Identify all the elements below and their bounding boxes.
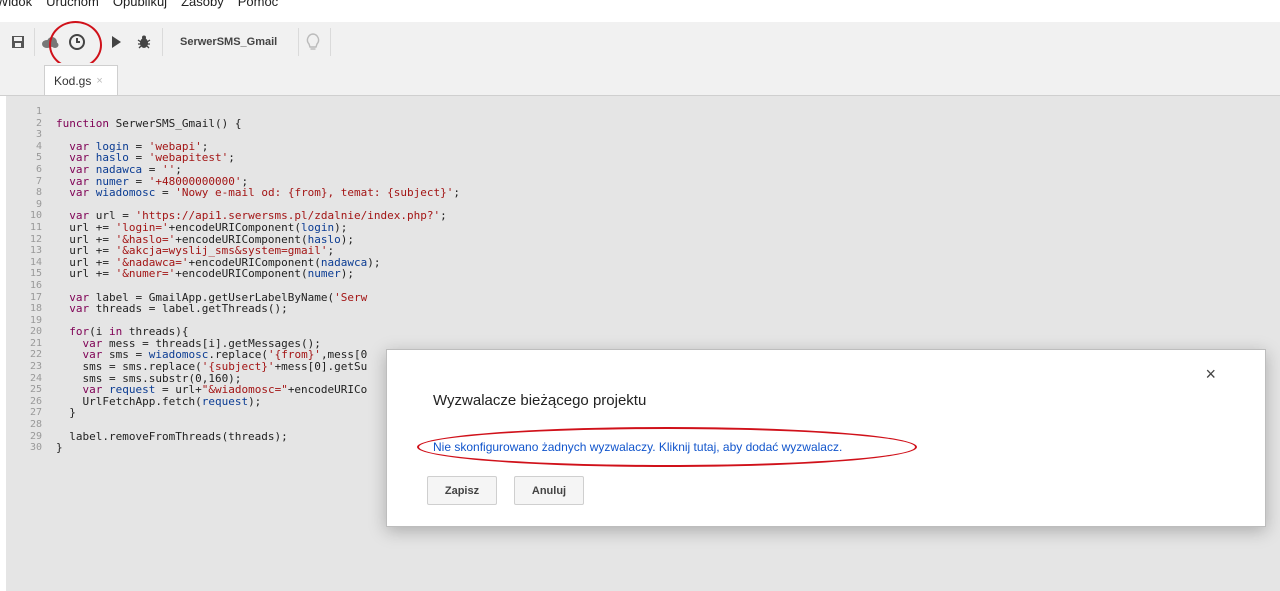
line-number: 3 <box>35 129 42 141</box>
line-number: 16 <box>29 279 42 291</box>
code-line[interactable] <box>56 315 1256 327</box>
menu-run[interactable]: Uruchom <box>46 0 99 9</box>
line-number: 18 <box>29 303 42 315</box>
line-number: 25 <box>29 384 42 396</box>
menu-view[interactable]: Widok <box>0 0 32 9</box>
tab-kod-gs[interactable]: Kod.gs × <box>44 65 118 95</box>
toolbar: SerwerSMS_Gmail <box>0 22 1280 64</box>
tab-label: Kod.gs <box>54 73 92 88</box>
save-button[interactable]: Zapisz <box>427 476 497 505</box>
line-number: 8 <box>35 187 42 199</box>
triggers-dialog: × Wyzwalacze bieżącego projektu Nie skon… <box>386 349 1266 527</box>
code-line[interactable]: function SerwerSMS_Gmail() { <box>56 117 1256 130</box>
line-number: 13 <box>29 245 42 257</box>
line-number: 15 <box>29 268 42 280</box>
line-number: 21 <box>29 337 42 349</box>
line-number: 23 <box>29 361 42 373</box>
code-line[interactable] <box>56 280 1256 292</box>
code-line[interactable]: var threads = label.getThreads(); <box>56 303 1256 315</box>
menu-bar: Widok Uruchom Opublikuj Zasoby Pomoc <box>0 0 1280 22</box>
play-icon[interactable] <box>108 32 124 52</box>
code-line[interactable]: var haslo = 'webapitest'; <box>56 152 1256 164</box>
line-number: 26 <box>29 395 42 407</box>
line-number: 11 <box>29 221 42 233</box>
line-number: 6 <box>35 163 42 175</box>
line-number: 9 <box>35 198 42 210</box>
dialog-title: Wyzwalacze bieżącego projektu <box>433 392 647 409</box>
separator <box>330 28 331 56</box>
line-number: 5 <box>35 152 42 164</box>
separator <box>34 28 35 56</box>
code-line[interactable]: var login = 'webapi'; <box>56 140 1256 153</box>
line-number: 27 <box>29 407 42 419</box>
line-number: 7 <box>35 175 42 187</box>
line-number: 4 <box>35 140 42 152</box>
tab-close-icon[interactable]: × <box>96 75 102 87</box>
line-number: 12 <box>29 233 42 245</box>
close-icon[interactable]: × <box>1205 364 1216 385</box>
save-icon[interactable] <box>8 32 28 52</box>
menu-help[interactable]: Pomoc <box>238 0 278 9</box>
code-line[interactable]: url += 'login='+encodeURIComponent(login… <box>56 222 1256 234</box>
line-number: 1 <box>35 106 42 117</box>
line-number: 2 <box>35 117 42 129</box>
code-line[interactable] <box>56 106 1256 118</box>
code-line[interactable]: url += '&akcja=wyslij_sms&system=gmail'; <box>56 245 1256 257</box>
line-number: 20 <box>29 326 42 338</box>
line-number: 30 <box>29 442 42 454</box>
menu-publish[interactable]: Opublikuj <box>113 0 167 9</box>
line-number: 24 <box>29 372 42 384</box>
code-line[interactable]: url += '&numer='+encodeURIComponent(nume… <box>56 268 1256 280</box>
separator <box>298 28 299 56</box>
line-number: 17 <box>29 291 42 303</box>
bug-icon[interactable] <box>134 32 154 52</box>
line-number: 14 <box>29 256 42 268</box>
add-trigger-link[interactable]: Nie skonfigurowano żadnych wyzwalaczy. K… <box>433 440 842 454</box>
lightbulb-icon[interactable] <box>304 32 322 52</box>
tab-bar: Kod.gs × <box>0 63 1280 96</box>
code-line[interactable]: var wiadomosc = 'Nowy e-mail od: {from},… <box>56 187 1256 199</box>
line-number: 10 <box>29 210 42 222</box>
line-number: 22 <box>29 349 42 361</box>
menu-resources[interactable]: Zasoby <box>181 0 224 9</box>
line-number: 29 <box>29 430 42 442</box>
separator <box>162 28 163 56</box>
annotation-circle <box>49 21 102 69</box>
cancel-button[interactable]: Anuluj <box>514 476 584 505</box>
line-number: 19 <box>29 314 42 326</box>
code-line[interactable] <box>56 129 1256 141</box>
line-number-gutter: 1 2 3 4 5 6 7 8 9 10 11 12 13 14 15 16 17 18 19 20 21 22 23 24 2… <box>6 106 42 454</box>
function-select[interactable]: SerwerSMS_Gmail <box>170 31 287 53</box>
line-number: 28 <box>29 419 42 431</box>
